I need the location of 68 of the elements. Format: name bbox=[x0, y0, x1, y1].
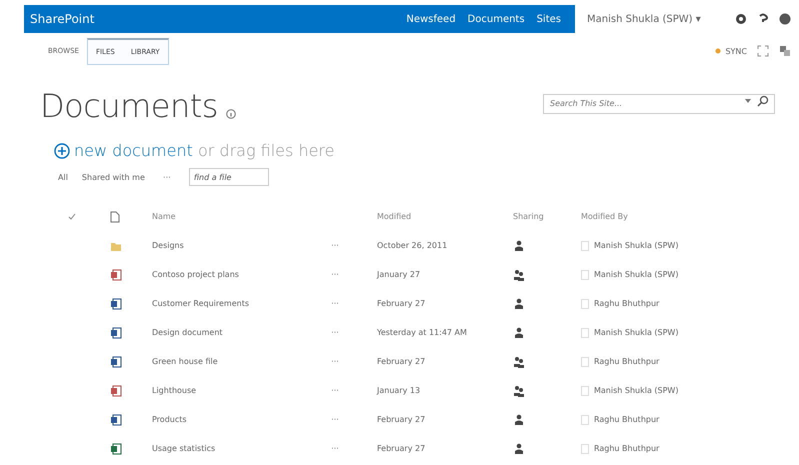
modified-date: February 27 bbox=[377, 415, 426, 424]
item-menu-button[interactable]: ··· bbox=[327, 357, 343, 366]
modified-date: February 27 bbox=[377, 299, 426, 308]
search-icon[interactable] bbox=[757, 95, 769, 107]
modified-by-name[interactable]: Manish Shukla (SPW) bbox=[594, 386, 678, 395]
column-header[interactable]: Name bbox=[152, 212, 327, 221]
user-menu[interactable]: Manish Shukla (SPW) ▾ bbox=[587, 14, 701, 24]
item-menu-button[interactable]: ··· bbox=[327, 415, 343, 424]
column-header[interactable]: Sharing bbox=[513, 212, 581, 221]
presence-indicator bbox=[581, 414, 589, 424]
modified-by-name[interactable]: Raghu Bhuthpur bbox=[594, 299, 660, 308]
help-icon[interactable] bbox=[757, 13, 769, 25]
suite-link[interactable]: Documents bbox=[468, 14, 525, 24]
modified-date: February 27 bbox=[377, 444, 426, 453]
modified-by-name[interactable]: Raghu Bhuthpur bbox=[594, 415, 660, 424]
check-icon[interactable] bbox=[68, 212, 76, 220]
modified-by-name[interactable]: Raghu Bhuthpur bbox=[594, 444, 660, 453]
new-document-link[interactable]: new document bbox=[74, 141, 193, 160]
modified-date: October 26, 2011 bbox=[377, 241, 448, 250]
column-header[interactable]: Modified By bbox=[581, 212, 781, 221]
caret-icon[interactable] bbox=[745, 98, 751, 104]
page-title: Documents bbox=[40, 87, 218, 125]
presence-indicator bbox=[581, 386, 589, 396]
modified-by-name[interactable]: Manish Shukla (SPW) bbox=[594, 328, 678, 337]
presence-indicator bbox=[581, 298, 589, 308]
item-menu-button[interactable]: ··· bbox=[327, 241, 343, 250]
file-name-link[interactable]: Design document bbox=[152, 328, 327, 337]
focus-icon[interactable] bbox=[757, 45, 769, 57]
modified-date: January 13 bbox=[377, 386, 422, 395]
file-name-link[interactable]: Designs bbox=[152, 241, 327, 250]
item-menu-button[interactable]: ··· bbox=[327, 299, 343, 308]
file-name-link[interactable]: Contoso project plans bbox=[152, 270, 327, 279]
item-menu-button[interactable]: ··· bbox=[327, 328, 343, 337]
modified-by-name[interactable]: Manish Shukla (SPW) bbox=[594, 270, 678, 279]
add-icon[interactable] bbox=[54, 142, 70, 158]
settings-icon[interactable] bbox=[735, 13, 747, 25]
find-file-field[interactable]: find a file bbox=[188, 168, 269, 186]
modified-by-name[interactable]: Raghu Bhuthpur bbox=[594, 357, 660, 366]
item-menu-button[interactable]: ··· bbox=[327, 444, 343, 453]
brand-name: SharePoint bbox=[30, 12, 94, 26]
search-field[interactable]: Search This Site... bbox=[543, 94, 775, 114]
info-icon bbox=[226, 109, 236, 119]
view-link[interactable]: Shared with me bbox=[82, 172, 145, 182]
presence-indicator bbox=[581, 240, 589, 250]
document-icon bbox=[110, 210, 120, 222]
presence-indicator bbox=[581, 444, 589, 454]
sync-button[interactable]: SYNC bbox=[715, 46, 747, 56]
suite-link[interactable]: Newsfeed bbox=[406, 14, 456, 24]
column-header[interactable]: Modified bbox=[377, 212, 513, 221]
share-icon[interactable] bbox=[779, 45, 791, 57]
file-name-link[interactable]: Usage statistics bbox=[152, 444, 327, 453]
file-name-link[interactable]: Lighthouse bbox=[152, 386, 327, 395]
modified-by-name[interactable]: Manish Shukla (SPW) bbox=[594, 241, 678, 250]
view-link[interactable]: All bbox=[58, 172, 68, 182]
presence-indicator bbox=[581, 328, 589, 338]
modified-date: Yesterday at 11:47 AM bbox=[377, 328, 468, 337]
presence-indicator bbox=[581, 356, 589, 366]
file-name-link[interactable]: Products bbox=[152, 415, 327, 424]
presence-indicator bbox=[581, 270, 589, 280]
suite-link[interactable]: Sites bbox=[536, 14, 561, 24]
modified-date: February 27 bbox=[377, 357, 426, 366]
file-name-link[interactable]: Green house file bbox=[152, 357, 327, 366]
item-menu-button[interactable]: ··· bbox=[327, 386, 343, 395]
item-menu-button[interactable]: ··· bbox=[327, 270, 343, 279]
file-name-link[interactable]: Customer Requirements bbox=[152, 299, 327, 308]
more-views-button[interactable]: ··· bbox=[158, 172, 175, 182]
new-document-text: new document or drag files here bbox=[74, 141, 334, 160]
modified-date: January 27 bbox=[377, 270, 422, 279]
